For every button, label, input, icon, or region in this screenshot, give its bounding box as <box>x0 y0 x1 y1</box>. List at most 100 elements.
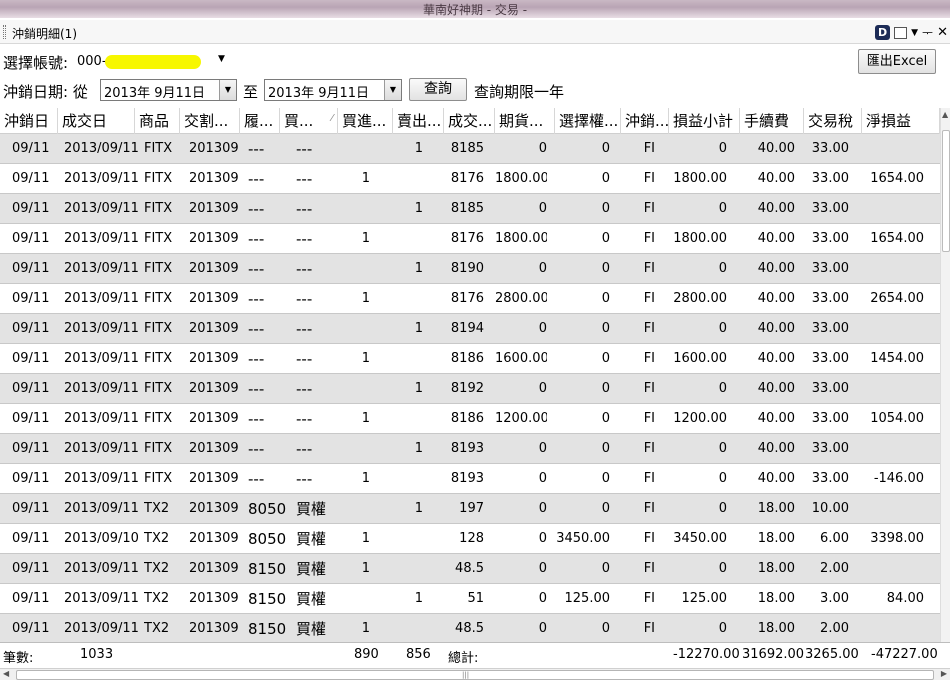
table-row[interactable]: 09/11 2013/09/10 TX2 201309 8050 買權 1 128 0 3450.… <box>0 524 940 554</box>
query-button[interactable]: 查詢 <box>409 78 467 101</box>
table-cell: 09/11 <box>12 201 50 216</box>
window-restore-icon[interactable] <box>894 26 908 39</box>
chevron-down-icon[interactable]: ▼ <box>911 28 918 38</box>
table-cell: 09/11 <box>12 351 50 366</box>
column-header[interactable]: 履... <box>240 108 280 134</box>
table-row[interactable]: 09/11 2013/09/11 FITX 201309 --- --- 1 8192 0 0 FI… <box>0 374 940 404</box>
table-row[interactable]: 09/11 2013/09/11 FITX 201309 --- --- 1 8193 0 0 FI… <box>0 464 940 494</box>
table-cell: 1 <box>414 321 423 336</box>
export-excel-button[interactable]: 匯出Excel <box>858 49 936 74</box>
table-cell: 09/11 <box>12 321 50 336</box>
calendar-dropdown-icon[interactable]: ▼ <box>384 80 401 100</box>
scroll-right-icon[interactable]: ▶ <box>941 669 947 678</box>
table-cell: FI <box>643 561 655 576</box>
table-cell: FITX <box>144 441 173 456</box>
table-cell: 1800.00 <box>673 231 727 246</box>
table-cell: 2013/09/11 <box>64 171 139 186</box>
summary-bar: 筆數: 1033 890 856 總計: -12270.00 31692.00 … <box>0 642 950 668</box>
column-header[interactable]: 賣出... <box>393 108 444 134</box>
table-row[interactable]: 09/11 2013/09/11 FITX 201309 --- --- 1 8176 1800… <box>0 224 940 254</box>
table-cell: 買權 <box>296 590 327 608</box>
table-cell: 09/11 <box>12 471 50 486</box>
table-cell: FI <box>643 471 655 486</box>
scroll-up-icon[interactable]: ▲ <box>942 110 948 119</box>
table-cell: 40.00 <box>757 411 795 426</box>
table-cell: 33.00 <box>811 171 849 186</box>
table-cell: 1 <box>361 231 370 246</box>
table-cell: 1 <box>414 501 423 516</box>
table-cell: 0 <box>601 381 610 396</box>
summary-total-label: 總計: <box>448 651 479 666</box>
table-cell: 1 <box>361 291 370 306</box>
horizontal-scrollbar[interactable]: ◀ ||| ▶ <box>0 668 950 680</box>
column-header[interactable]: 交割... <box>180 108 240 134</box>
table-cell: --- <box>248 170 265 188</box>
table-row[interactable]: 09/11 2013/09/11 TX2 201309 8150 買權 1 48.5 0 0 FI 0… <box>0 614 940 642</box>
table-row[interactable]: 09/11 2013/09/11 FITX 201309 --- --- 1 8186 1200… <box>0 404 940 434</box>
table-row[interactable]: 09/11 2013/09/11 FITX 201309 --- --- 1 8190 0 0 FI… <box>0 254 940 284</box>
table-cell: 40.00 <box>757 171 795 186</box>
table-row[interactable]: 09/11 2013/09/11 FITX 201309 --- --- 1 8176 2800… <box>0 284 940 314</box>
column-header[interactable]: 期貨... <box>495 108 555 134</box>
column-header[interactable]: 買... <box>280 108 338 134</box>
date-to-picker[interactable]: 2013年 9月11日 ▼ <box>264 79 402 101</box>
table-row[interactable]: 09/11 2013/09/11 FITX 201309 --- --- 1 8186 1600… <box>0 344 940 374</box>
table-cell: 8150 <box>248 590 287 608</box>
table-cell: 0 <box>601 501 610 516</box>
table-cell: 0 <box>601 351 610 366</box>
date-from-picker[interactable]: 2013年 9月11日 ▼ <box>100 79 237 101</box>
pin-icon[interactable]: ᅮ <box>922 24 933 41</box>
column-header[interactable]: 沖銷日 <box>0 108 58 134</box>
table-cell: 買權 <box>296 560 327 578</box>
column-header[interactable]: 商品 <box>135 108 180 134</box>
table-cell: 201309 <box>189 501 239 516</box>
table-row[interactable]: 09/11 2013/09/11 FITX 201309 --- --- 1 8194 0 0 FI… <box>0 314 940 344</box>
date-to-value: 2013年 9月11日 <box>268 86 370 101</box>
vertical-scrollbar[interactable]: ▲ <box>940 108 950 642</box>
column-header[interactable]: 手續費 <box>740 108 804 134</box>
table-cell: 201309 <box>189 411 239 426</box>
drag-grip-icon[interactable] <box>3 25 6 39</box>
table-cell: --- <box>248 230 265 248</box>
column-header[interactable]: 淨損益 <box>862 108 940 134</box>
table-cell: 3.00 <box>820 591 849 606</box>
table-cell: 2013/09/11 <box>64 261 139 276</box>
column-header[interactable]: 買進... <box>338 108 393 134</box>
window-titlebar: 華南好神期 - 交易 - <box>0 0 950 18</box>
calendar-dropdown-icon[interactable]: ▼ <box>219 80 236 100</box>
column-header[interactable]: 交易稅 <box>804 108 862 134</box>
table-row[interactable]: 09/11 2013/09/11 TX2 201309 8150 買權 1 51 0 125.00… <box>0 584 940 614</box>
vertical-scroll-thumb[interactable] <box>942 130 950 252</box>
table-cell: 1200.00 <box>673 411 727 426</box>
table-cell: 8176 <box>450 291 484 306</box>
table-cell: 0 <box>538 501 547 516</box>
table-cell: 18.00 <box>757 591 795 606</box>
table-cell: 2013/09/11 <box>64 471 139 486</box>
close-icon[interactable]: ✕ <box>937 25 948 40</box>
table-row[interactable]: 09/11 2013/09/11 FITX 201309 --- --- 1 8176 1800… <box>0 164 940 194</box>
table-row[interactable]: 09/11 2013/09/11 TX2 201309 8050 買權 1 197 0 0 FI 0 1… <box>0 494 940 524</box>
table-cell: 2013/09/11 <box>64 201 139 216</box>
column-header[interactable]: 沖銷... <box>621 108 669 134</box>
chevron-down-icon[interactable]: ▼ <box>218 54 225 64</box>
table-row[interactable]: 09/11 2013/09/11 TX2 201309 8150 買權 1 48.5 0 0 FI 0… <box>0 554 940 584</box>
table-cell: 1 <box>361 171 370 186</box>
table-cell: --- <box>296 170 313 188</box>
table-row[interactable]: 09/11 2013/09/11 FITX 201309 --- --- 1 8185 0 0 FI… <box>0 134 940 164</box>
column-header[interactable]: 成交... <box>444 108 495 134</box>
table-cell: 1 <box>414 381 423 396</box>
scroll-left-icon[interactable]: ◀ <box>3 669 9 678</box>
table-row[interactable]: 09/11 2013/09/11 FITX 201309 --- --- 1 8185 0 0 FI… <box>0 194 940 224</box>
table-cell: 8185 <box>450 201 484 216</box>
account-select[interactable]: 000- ▼ <box>73 51 231 73</box>
table-cell: --- <box>248 410 265 428</box>
column-header[interactable]: 損益小計 <box>669 108 740 134</box>
table-row[interactable]: 09/11 2013/09/11 FITX 201309 --- --- 1 8193 0 0 FI… <box>0 434 940 464</box>
summary-pnl-subtotal: -12270.00 <box>673 647 740 662</box>
table-cell: 0 <box>538 201 547 216</box>
column-header[interactable]: 選擇權... <box>555 108 621 134</box>
table-cell: 1800.00 <box>495 171 547 186</box>
table-cell <box>393 554 423 584</box>
column-header[interactable]: 成交日 <box>58 108 135 134</box>
horizontal-scroll-thumb[interactable] <box>16 670 934 680</box>
